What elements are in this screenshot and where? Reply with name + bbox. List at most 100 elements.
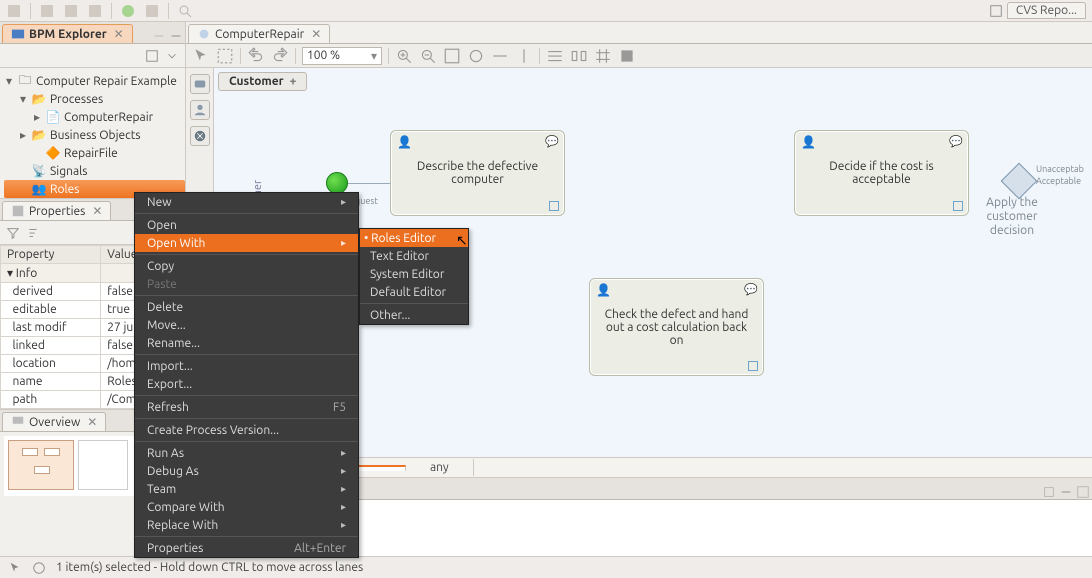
close-icon[interactable]: ✕ (87, 415, 97, 429)
close-icon[interactable]: ✕ (114, 27, 124, 41)
tree-label: Processes (50, 93, 103, 106)
lane-header[interactable]: Customer+ (218, 72, 307, 91)
generic-icon[interactable] (6, 3, 22, 19)
ctx-new[interactable]: New▸ (135, 193, 358, 211)
editor-tab-computerrepair[interactable]: ComputerRepair ✕ (188, 24, 330, 43)
editor-bottom-tab-other[interactable]: any (406, 459, 474, 476)
ctx-open-with[interactable]: Open With▸ (135, 234, 358, 252)
close-icon[interactable]: ✕ (92, 204, 102, 218)
ctx-export-[interactable]: Export... (135, 375, 358, 393)
ctx-sub-default-editor[interactable]: Default Editor (360, 283, 468, 301)
task-describe[interactable]: 👤 💬 Describe the defective computer (390, 130, 565, 216)
task-check[interactable]: 👤 💬 Check the defect and hand out a cost… (589, 278, 764, 376)
tree-business-objects[interactable]: ▸📂Business Objects (4, 126, 185, 144)
ctx-open[interactable]: Open (135, 216, 358, 234)
mode-icon[interactable] (1042, 485, 1056, 499)
collapse-icon[interactable] (145, 49, 159, 63)
project-tree[interactable]: ▾🗀Computer Repair Example ▾📂Processes ▸📄… (0, 68, 185, 198)
ctx-refresh[interactable]: RefreshF5 (135, 398, 358, 416)
palette-close-icon[interactable] (190, 126, 210, 146)
ctx-separator (135, 418, 358, 419)
task-label: Decide if the cost is acceptable (807, 160, 956, 186)
tree-label: Business Objects (50, 129, 141, 142)
cut-icon[interactable] (63, 3, 79, 19)
grid-icon[interactable] (594, 47, 612, 65)
gateway-diamond[interactable] (1001, 163, 1038, 200)
prop-name: editable (1, 301, 101, 319)
minimize-icon[interactable] (169, 29, 183, 43)
minimize-icon[interactable] (1059, 485, 1073, 499)
maximize-icon[interactable] (1076, 485, 1090, 499)
distribute-icon[interactable] (570, 47, 588, 65)
ctx-run-as[interactable]: Run As▸ (135, 444, 358, 462)
overview-title: Overview (29, 416, 80, 429)
ctx-create-process-version-[interactable]: Create Process Version... (135, 421, 358, 439)
palette-task-icon[interactable] (190, 74, 210, 94)
close-icon[interactable]: ✕ (311, 27, 321, 41)
task-label: Check the defect and hand out a cost cal… (602, 308, 751, 347)
zoom-in-icon[interactable] (395, 47, 413, 65)
ctx-paste: Paste (135, 275, 358, 293)
tree-signals[interactable]: 📡Signals (4, 162, 185, 180)
ctx-debug-as[interactable]: Debug As▸ (135, 462, 358, 480)
prop-name: location (1, 355, 101, 373)
col-property[interactable]: Property (1, 246, 101, 264)
align-icon[interactable] (546, 47, 564, 65)
ctx-move-[interactable]: Move... (135, 316, 358, 334)
link-icon[interactable] (152, 29, 166, 43)
zoom-fit-icon[interactable] (443, 47, 461, 65)
properties-tab[interactable]: Properties ✕ (2, 201, 111, 220)
sort-icon[interactable] (26, 226, 40, 240)
menu-icon[interactable] (165, 49, 179, 63)
palette-user-icon[interactable] (190, 100, 210, 120)
tree-process-item[interactable]: ▸📄ComputerRepair (4, 108, 185, 126)
sequence-flow[interactable] (348, 183, 390, 184)
zoom-out-icon[interactable] (419, 47, 437, 65)
ctx-sub-system-editor[interactable]: System Editor (360, 265, 468, 283)
start-event[interactable] (326, 172, 348, 194)
tree-processes[interactable]: ▾📂Processes (4, 90, 185, 108)
roles-icon: 👥 (32, 182, 46, 196)
ctx-separator (135, 395, 358, 396)
ctx-sub-text-editor[interactable]: Text Editor (360, 247, 468, 265)
tree-label: RepairFile (64, 147, 118, 160)
zoom-height-icon[interactable] (515, 47, 533, 65)
snap-icon[interactable] (618, 47, 636, 65)
tree-bo-item[interactable]: 🔶RepairFile (4, 144, 185, 162)
ctx-import-[interactable]: Import... (135, 357, 358, 375)
folder-icon: 📂 (32, 92, 46, 106)
redo-icon[interactable] (271, 47, 289, 65)
filter-icon[interactable] (6, 226, 20, 240)
ctx-copy[interactable]: Copy (135, 257, 358, 275)
ctx-delete[interactable]: Delete (135, 298, 358, 316)
ctx-sub-roles-editor[interactable]: • Roles Editor (360, 229, 468, 247)
add-lane-icon[interactable]: + (290, 75, 297, 88)
debug-icon[interactable] (144, 3, 160, 19)
tree-project[interactable]: ▾🗀Computer Repair Example (4, 72, 185, 90)
ctx-properties[interactable]: PropertiesAlt+Enter (135, 539, 358, 557)
task-decide[interactable]: 👤 💬 Decide if the cost is acceptable (794, 130, 969, 216)
ctx-sub-other-[interactable]: Other... (360, 306, 468, 324)
ctx-separator (360, 303, 468, 304)
ctx-replace-with[interactable]: Replace With▸ (135, 516, 358, 534)
ctx-rename-[interactable]: Rename... (135, 334, 358, 352)
zoom-100-icon[interactable] (467, 47, 485, 65)
perspective-icon[interactable] (989, 4, 1003, 18)
explorer-tabbar: BPM Explorer ✕ (0, 22, 185, 44)
zoom-width-icon[interactable] (491, 47, 509, 65)
perspective-tab-cvs[interactable]: CVS Repo... (1007, 2, 1086, 19)
overview-tab[interactable]: Overview ✕ (2, 412, 106, 431)
ctx-team[interactable]: Team▸ (135, 480, 358, 498)
copy-icon[interactable] (87, 3, 103, 19)
zoom-combo[interactable]: 100 %▾ (302, 47, 382, 65)
ctx-compare-with[interactable]: Compare With▸ (135, 498, 358, 516)
pointer-icon[interactable] (192, 47, 210, 65)
run-icon[interactable] (120, 3, 136, 19)
bpm-explorer-tab[interactable]: BPM Explorer ✕ (2, 24, 133, 43)
search-icon[interactable] (177, 3, 193, 19)
properties-icon (11, 204, 25, 218)
marquee-icon[interactable] (216, 47, 234, 65)
undo-icon[interactable] (247, 47, 265, 65)
prop-name: path (1, 391, 101, 409)
save-icon[interactable] (39, 3, 55, 19)
